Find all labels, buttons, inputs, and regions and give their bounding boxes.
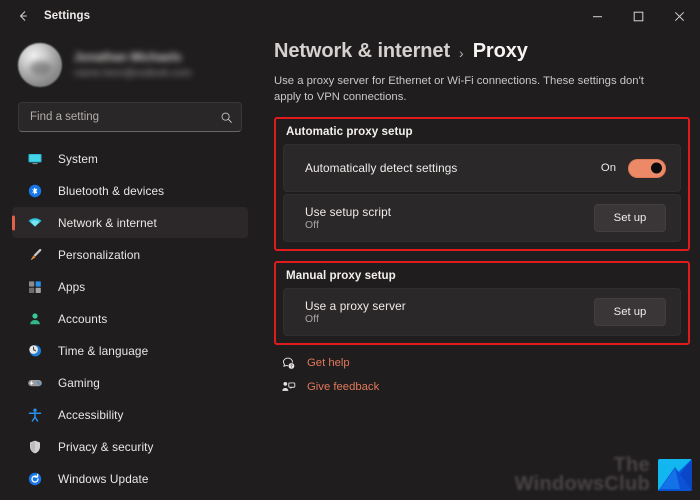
sidebar-nav: System Bluetooth & devices Network & int… (0, 142, 258, 500)
wifi-icon (26, 214, 43, 231)
row-use-a-proxy-server[interactable]: Use a proxy server Off Set up (283, 288, 681, 336)
automatically-detect-settings-toggle[interactable] (628, 158, 666, 178)
thewindowsclub-logo-icon (658, 459, 692, 491)
minimize-button[interactable] (577, 0, 618, 32)
toggle-state-label: On (600, 162, 616, 174)
close-button[interactable] (659, 0, 700, 32)
breadcrumb: Network & internet › Proxy (274, 40, 690, 63)
shield-icon (26, 438, 43, 455)
give-feedback-label[interactable]: Give feedback (307, 381, 379, 393)
sidebar-item-apps[interactable]: Apps (12, 271, 248, 302)
sidebar-item-bluetooth-devices[interactable]: Bluetooth & devices (12, 175, 248, 206)
sidebar-item-gaming[interactable]: Gaming (12, 367, 248, 398)
row-subtitle: Off (305, 314, 319, 325)
sidebar-item-accounts[interactable]: Accounts (12, 303, 248, 334)
watermark: The WindowsClub (514, 454, 692, 495)
settings-window: Settings Jonathan Michaels name.here@out… (0, 0, 700, 500)
account-name: Jonathan Michaels (74, 50, 182, 65)
sidebar-item-label: Apps (58, 279, 86, 294)
sidebar-item-network-internet[interactable]: Network & internet (12, 207, 248, 238)
annotation-box-manual: Manual proxy setup Use a proxy server Of… (274, 261, 690, 345)
monitor-icon (26, 150, 43, 167)
maximize-button[interactable] (618, 0, 659, 32)
row-subtitle: Off (305, 220, 319, 231)
sidebar-item-time-language[interactable]: Time & language (12, 335, 248, 366)
apps-icon (26, 278, 43, 295)
search-icon (220, 111, 233, 124)
page-title: Proxy (472, 40, 528, 62)
section-title-manual: Manual proxy setup (286, 269, 396, 282)
search-box[interactable] (18, 102, 242, 132)
proxy-server-set-up-button[interactable]: Set up (594, 298, 666, 326)
sidebar-item-label: Time & language (58, 343, 149, 358)
row-automatically-detect-settings[interactable]: Automatically detect settings On (283, 144, 681, 192)
watermark-line1: The (613, 454, 650, 476)
app-title: Settings (44, 10, 91, 22)
row-use-setup-script[interactable]: Use setup script Off Set up (283, 194, 681, 242)
sidebar-item-label: Gaming (58, 375, 100, 390)
give-feedback-link[interactable]: Give feedback (280, 379, 690, 395)
accessibility-icon (26, 406, 43, 423)
account-email: name.here@outlook.com (74, 67, 192, 80)
sidebar-item-label: Accounts (58, 311, 108, 326)
svg-text:?: ? (290, 363, 293, 368)
update-icon (26, 470, 43, 487)
row-title: Use setup script (305, 205, 392, 219)
sidebar-item-label: System (58, 151, 98, 166)
footer-links: ? Get help Give feedback (280, 355, 690, 395)
get-help-label[interactable]: Get help (307, 357, 350, 369)
watermark-text: The WindowsClub (514, 454, 650, 495)
sidebar-item-personalization[interactable]: Personalization (12, 239, 248, 270)
help-question-icon: ? (280, 355, 296, 371)
person-icon (26, 310, 43, 327)
chevron-right-icon: › (459, 45, 464, 61)
main-content: Network & internet › Proxy Use a proxy s… (258, 32, 700, 500)
section-title-automatic: Automatic proxy setup (286, 125, 413, 138)
toggle-knob (651, 162, 662, 174)
manual-proxy-card-group: Use a proxy server Off Set up (283, 288, 681, 336)
search-input[interactable] (30, 111, 220, 123)
sidebar-item-label: Accessibility (58, 407, 124, 422)
sidebar: Jonathan Michaels name.here@outlook.com (0, 32, 258, 500)
sidebar-item-privacy-security[interactable]: Privacy & security (12, 431, 248, 462)
bluetooth-icon (26, 182, 43, 199)
annotation-box-automatic: Automatic proxy setup Automatically dete… (274, 117, 690, 251)
sidebar-item-windows-update[interactable]: Windows Update (12, 463, 248, 494)
back-button[interactable] (8, 3, 38, 29)
search-container (18, 102, 242, 132)
sidebar-item-label: Personalization (58, 247, 141, 262)
avatar (18, 43, 62, 87)
sidebar-item-label: Windows Update (58, 471, 149, 486)
page-description: Use a proxy server for Ethernet or Wi-Fi… (274, 75, 644, 103)
sidebar-item-label: Privacy & security (58, 439, 154, 454)
watermark-line2: WindowsClub (514, 473, 650, 495)
sidebar-item-label: Bluetooth & devices (58, 183, 165, 198)
account-profile[interactable]: Jonathan Michaels name.here@outlook.com (0, 34, 258, 96)
sidebar-item-label: Network & internet (58, 215, 157, 230)
get-help-link[interactable]: ? Get help (280, 355, 690, 371)
setup-script-set-up-button[interactable]: Set up (594, 204, 666, 232)
breadcrumb-root[interactable]: Network & internet (274, 40, 450, 63)
brush-icon (26, 246, 43, 263)
sidebar-item-system[interactable]: System (12, 143, 248, 174)
row-title: Use a proxy server (305, 299, 406, 313)
automatic-proxy-card-group: Automatically detect settings On Use set… (283, 144, 681, 242)
window-controls (577, 0, 700, 32)
feedback-person-icon (280, 379, 296, 395)
title-bar: Settings (0, 0, 700, 32)
gamepad-icon (26, 374, 43, 391)
clock-icon (26, 342, 43, 359)
row-title: Automatically detect settings (305, 161, 458, 175)
sidebar-item-accessibility[interactable]: Accessibility (12, 399, 248, 430)
